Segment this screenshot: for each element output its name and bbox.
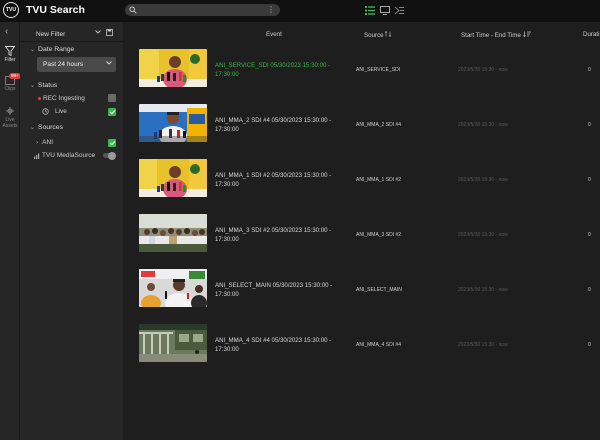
rail-item-label: Live Assets [2,117,18,129]
status-rec-ingesting: REC Ingesting [38,95,85,102]
search-input[interactable] [139,5,264,15]
tvu-mediasource-toggle[interactable] [103,151,116,160]
tvu-logo: TVU [3,2,19,18]
list-view-icon[interactable] [364,4,376,16]
chevron-right-icon: › [36,139,39,146]
sort-icon[interactable] [385,31,392,37]
video-thumbnail[interactable] [139,324,207,362]
chevron-down-icon [106,61,112,65]
table-row[interactable]: ANI_SERVICE_SDI 05/30/2023 15:30:00 - 17… [124,49,600,95]
date-range-value: Past 24 hours [43,61,84,68]
duration: 0 [588,177,591,183]
event-name: ANI_SERVICE_SDI 05/30/2023 15:30:00 - 17… [215,62,331,78]
column-label: Source [364,32,384,39]
caret-down-icon: ⌄ [30,125,36,131]
table-row[interactable]: ANI_SELECT_MAIN 05/30/2023 15:30:00 - 17… [124,269,600,315]
signal-icon [34,153,40,159]
status-item-label: Live [55,108,67,115]
rail-item-filter[interactable]: Filter [0,46,20,63]
video-thumbnail[interactable] [139,159,207,197]
time-range: 2023/5/30 15:30 - now [458,67,508,73]
top-bar: TVU TVU Search ⋮ [0,0,600,22]
source-name: ANI_MMA_3 SDI #2 [356,232,402,238]
filter-icon [5,46,15,56]
timeline-view-icon[interactable] [393,4,405,16]
event-name: ANI_MMA_3 SDI #2 05/30/2023 15:30:00 - 1… [215,227,332,243]
duration: 0 [588,67,591,73]
sort-descending-icon[interactable] [522,31,531,37]
caret-down-icon: ⌄ [30,47,36,53]
rail-item-label: Filter [4,57,16,63]
duration: 0 [588,232,591,238]
left-rail: ‹ Filter 99+ Clips Live Assets [0,22,21,440]
filter-panel: New Filter ⌄ Date Range Past 24 hours ⌄ St… [20,22,124,440]
date-range-section[interactable]: ⌄ Date Range [30,46,74,53]
tvu-mediasource: TVU MediaSource [34,152,95,159]
results-table: Event Source Start Time - End Time Durat… [124,22,600,440]
status-section[interactable]: ⌄ Status [30,82,57,89]
section-label: Status [38,82,58,89]
column-header-time[interactable]: Start Time - End Time [461,31,531,39]
column-header-duration[interactable]: Durati [583,31,600,38]
app-title: TVU Search [26,4,85,16]
rec-ingesting-checkbox[interactable] [108,94,116,102]
video-thumbnail[interactable] [139,104,207,142]
sources-section[interactable]: ⌄ Sources [30,124,63,131]
rail-item-clips[interactable]: 99+ Clips [0,73,21,92]
time-range: 2023/5/30 15:30 - now [458,287,508,293]
search-more-icon[interactable]: ⋮ [267,5,275,15]
status-item-label: REC Ingesting [43,95,85,102]
source-name: ANI_SELECT_MAIN [356,287,402,293]
column-header-event[interactable]: Event [266,31,282,38]
status-live: Live [42,108,67,115]
time-range: 2023/5/30 15:30 - now [458,122,508,128]
event-name: ANI_MMA_4 SDI #4 05/30/2023 15:30:00 - 1… [215,337,332,353]
date-range-select[interactable]: Past 24 hours [37,57,116,72]
back-chevron-icon[interactable]: ‹ [5,26,8,37]
source-ani[interactable]: › ANI [36,139,53,146]
search-icon [129,6,137,14]
event-name: ANI_MMA_2 SDI #4 05/30/2023 15:30:00 - 1… [215,117,332,133]
section-label: Sources [38,124,63,131]
source-name: ANI_MMA_4 SDI #4 [356,342,402,348]
duration: 0 [588,342,591,348]
source-name: ANI_SERVICE_SDI [356,67,401,73]
new-filter-label[interactable]: New Filter [36,31,65,38]
rail-item-live-assets[interactable]: Live Assets [0,106,20,129]
ani-checkbox[interactable] [108,139,116,147]
table-row[interactable]: ANI_MMA_1 SDI #2 05/30/2023 15:30:00 - 1… [124,159,600,205]
table-row[interactable]: ANI_MMA_4 SDI #4 05/30/2023 15:30:00 - 1… [124,324,600,370]
event-name: ANI_MMA_1 SDI #2 05/30/2023 15:30:00 - 1… [215,172,332,188]
time-range: 2023/5/30 15:30 - now [458,232,508,238]
video-thumbnail[interactable] [139,214,207,252]
source-name: ANI_MMA_2 SDI #4 [356,122,402,128]
rail-item-label: Clips [4,86,16,92]
save-filter-icon[interactable] [106,29,113,36]
time-range: 2023/5/30 15:30 - now [458,177,508,183]
clips-count-badge: 99+ [9,73,21,79]
column-header-source[interactable]: Source [364,31,392,39]
live-assets-icon [6,107,14,115]
caret-down-icon: ⌄ [30,83,36,89]
monitor-view-icon[interactable] [379,4,391,16]
table-row[interactable]: ANI_MMA_2 SDI #4 05/30/2023 15:30:00 - 1… [124,104,600,150]
source-item-label: TVU MediaSource [42,152,96,159]
table-row[interactable]: ANI_MMA_3 SDI #2 05/30/2023 15:30:00 - 1… [124,214,600,260]
time-range: 2023/5/30 15:30 - now [458,342,508,348]
duration: 0 [588,287,591,293]
video-thumbnail[interactable] [139,269,207,307]
duration: 0 [588,122,591,128]
source-name: ANI_MMA_1 SDI #2 [356,177,402,183]
rec-dot-icon [38,97,41,100]
source-item-label: ANI [42,139,54,146]
clock-icon [42,108,49,115]
event-name: ANI_SELECT_MAIN 05/30/2023 15:30:00 - 17… [215,282,333,298]
video-thumbnail[interactable] [139,49,207,87]
section-label: Date Range [38,46,75,53]
chevron-down-icon[interactable] [95,30,101,34]
column-label: Start Time - End Time [461,32,521,39]
search-bar[interactable]: ⋮ [125,4,280,16]
live-checkbox[interactable] [108,108,116,116]
divider [20,41,124,42]
